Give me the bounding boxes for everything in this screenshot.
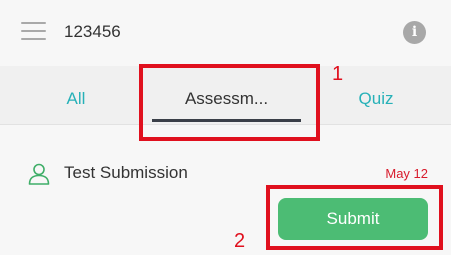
annotation-label-2: 2 — [234, 230, 246, 252]
user-outline-icon — [28, 163, 50, 185]
annotation-box-2 — [266, 185, 443, 250]
app-header: 123456 i — [0, 0, 451, 66]
item-date: May 12 — [385, 166, 428, 181]
annotation-label-1: 1 — [332, 63, 344, 85]
tab-all[interactable]: All — [10, 66, 142, 124]
header-title: 123456 — [64, 22, 121, 41]
annotation-box-1 — [139, 64, 320, 141]
tab-quiz[interactable]: Quiz — [310, 66, 442, 124]
info-icon[interactable]: i — [403, 21, 426, 44]
hamburger-menu-icon[interactable] — [21, 22, 46, 42]
item-title: Test Submission — [64, 163, 188, 182]
